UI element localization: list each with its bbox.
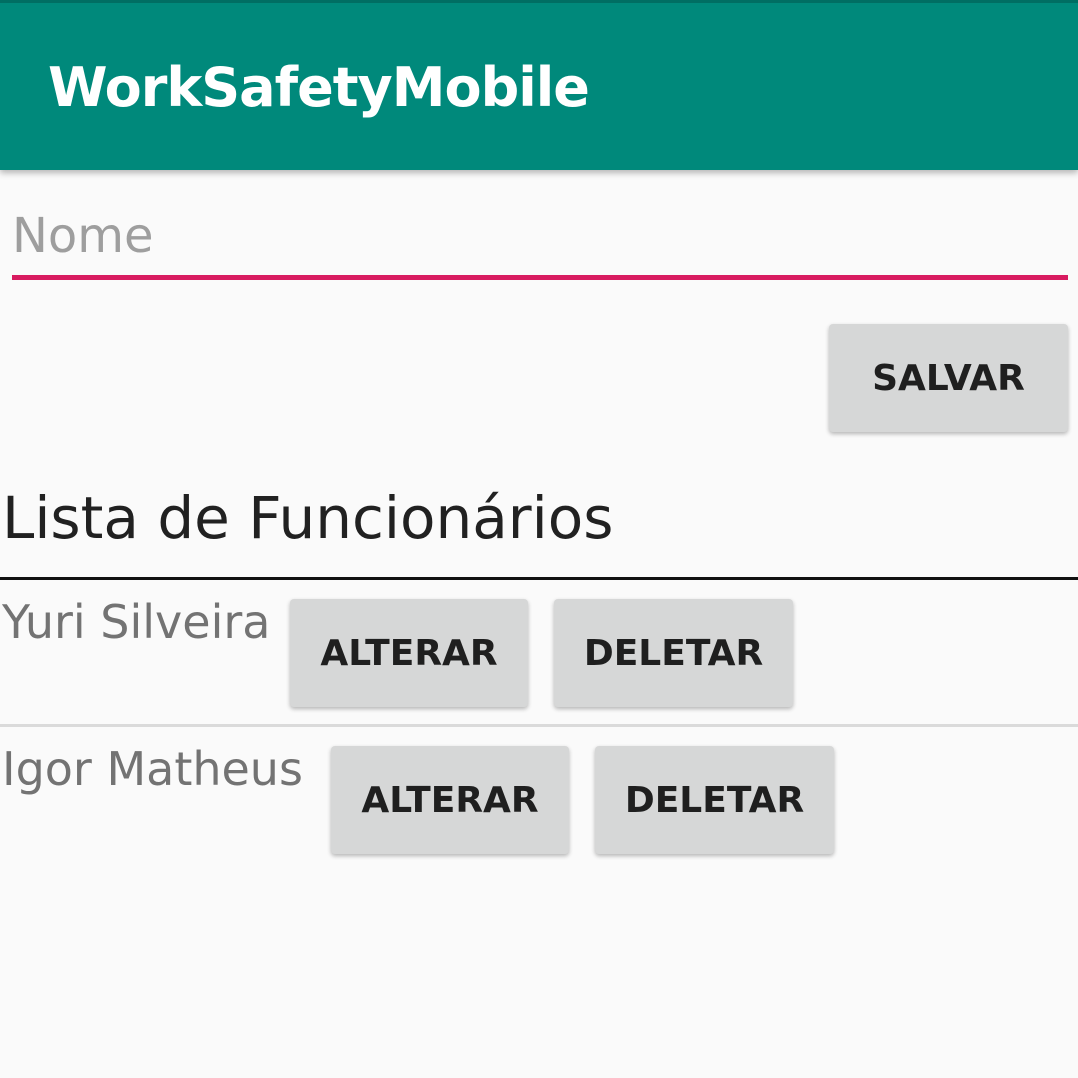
employee-name: Yuri Silveira	[2, 595, 271, 649]
edit-button[interactable]: ALTERAR	[331, 746, 569, 854]
app-bar: WorkSafetyMobile	[0, 0, 1078, 170]
row-divider	[0, 724, 1078, 727]
delete-button[interactable]: DELETAR	[554, 599, 793, 707]
save-button[interactable]: SALVAR	[829, 324, 1068, 432]
employee-name: Igor Matheus	[2, 742, 303, 796]
name-input[interactable]	[12, 196, 1068, 280]
list-title: Lista de Funcionários	[2, 484, 614, 552]
delete-button[interactable]: DELETAR	[595, 746, 834, 854]
app-title: WorkSafetyMobile	[48, 56, 590, 119]
list-divider	[0, 577, 1078, 580]
status-edge	[0, 0, 1078, 3]
edit-button[interactable]: ALTERAR	[290, 599, 528, 707]
